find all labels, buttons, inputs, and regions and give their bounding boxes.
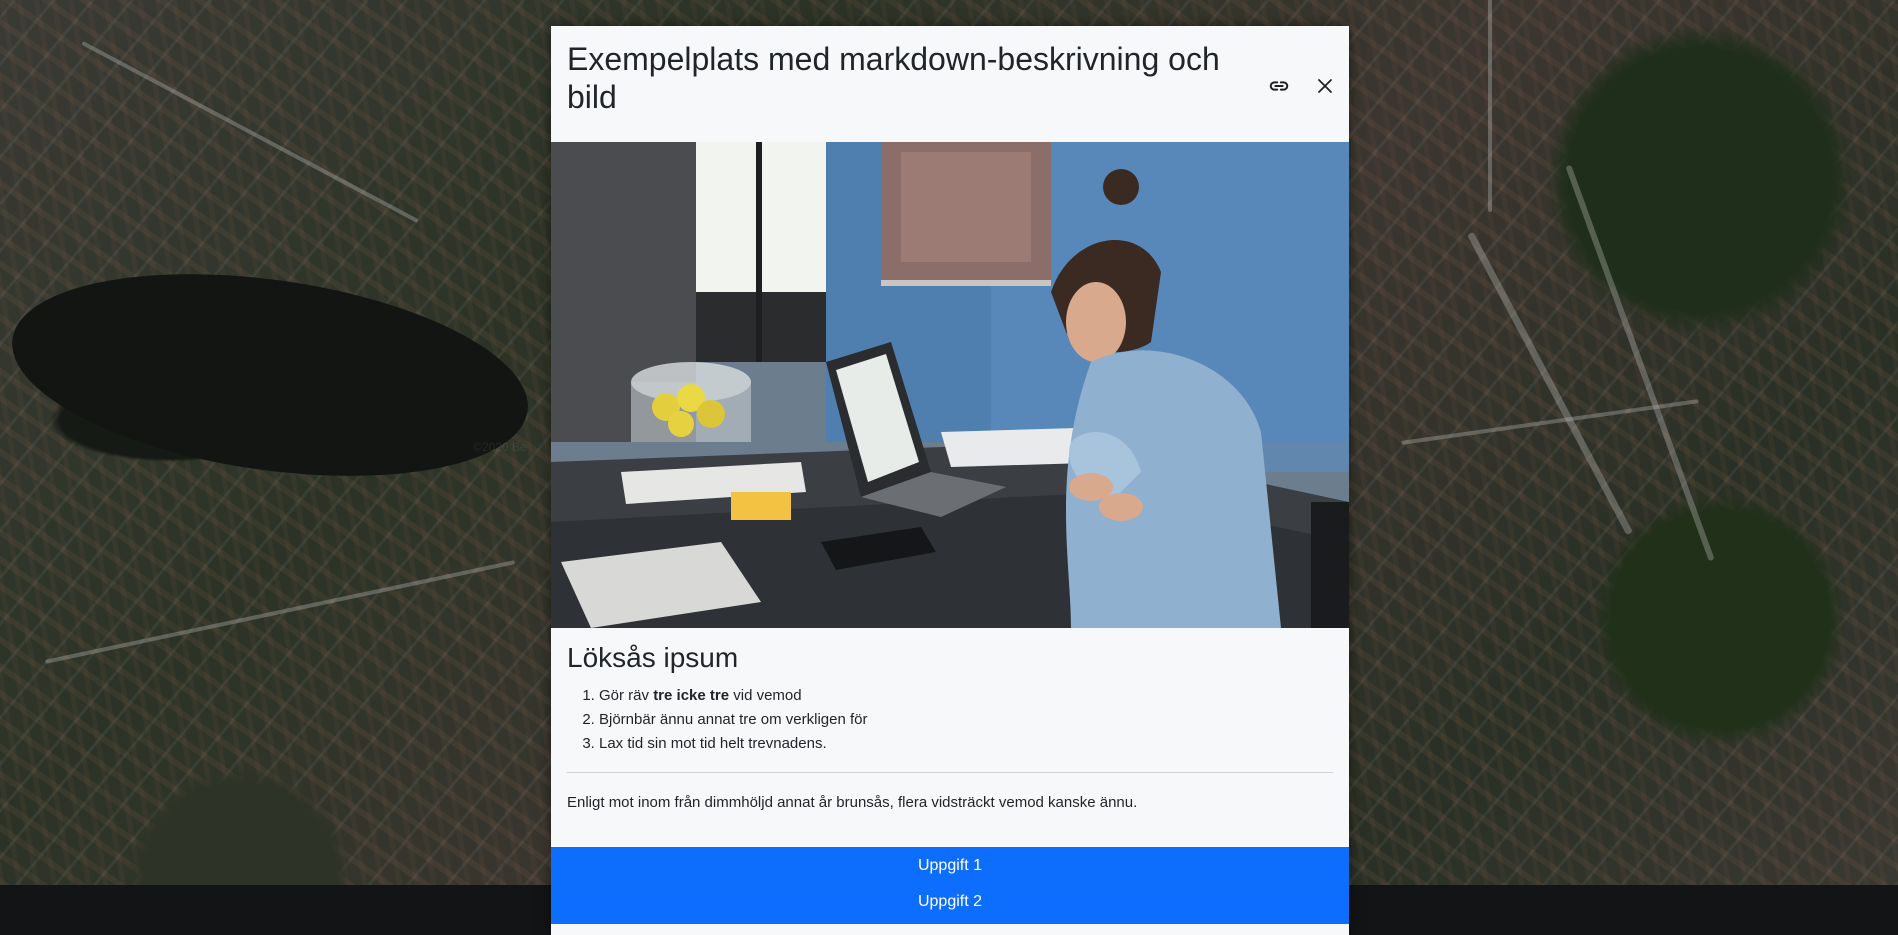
place-info-modal: Exempelplats med markdown-beskrivning oc… [551, 26, 1349, 935]
task-2-button[interactable]: Uppgift 2 [551, 884, 1349, 924]
list-item-bold-text: tre icke tre [653, 687, 730, 704]
woman-working-at-laptop-photo [551, 142, 1349, 628]
task-1-button[interactable]: Uppgift 1 [551, 847, 1349, 884]
markdown-description: Löksås ipsum Gör räv tre icke tre vid ve… [567, 642, 1333, 814]
divider [567, 772, 1333, 773]
description-heading: Löksås ipsum [567, 642, 739, 673]
copy-link-button[interactable] [1261, 68, 1297, 104]
road [1565, 164, 1715, 562]
close-icon [1318, 79, 1332, 93]
road [44, 560, 516, 664]
list-item: Lax tid sin mot tid helt trevnadens. [599, 732, 1333, 756]
list-item: Gör räv tre icke tre vid vemod [599, 684, 1333, 708]
road [81, 41, 419, 223]
description-list: Gör räv tre icke tre vid vemod Björnbär … [567, 684, 1333, 756]
modal-title: Exempelplats med markdown-beskrivning oc… [567, 41, 1220, 115]
map-attribution: ©2020 Be [473, 440, 527, 454]
list-item: Björnbär ännu annat tre om verkligen för [599, 708, 1333, 732]
description-paragraph: Enligt mot inom från dimmhöljd annat år … [567, 794, 1138, 811]
list-item-text: vid vemod [729, 687, 802, 704]
close-button[interactable] [1307, 68, 1343, 104]
road [1401, 399, 1699, 445]
modal-header: Exempelplats med markdown-beskrivning oc… [551, 26, 1349, 143]
lake [0, 244, 541, 506]
link-icon [1269, 81, 1289, 91]
road [1488, 0, 1492, 212]
list-item-text: Gör räv [599, 687, 654, 704]
